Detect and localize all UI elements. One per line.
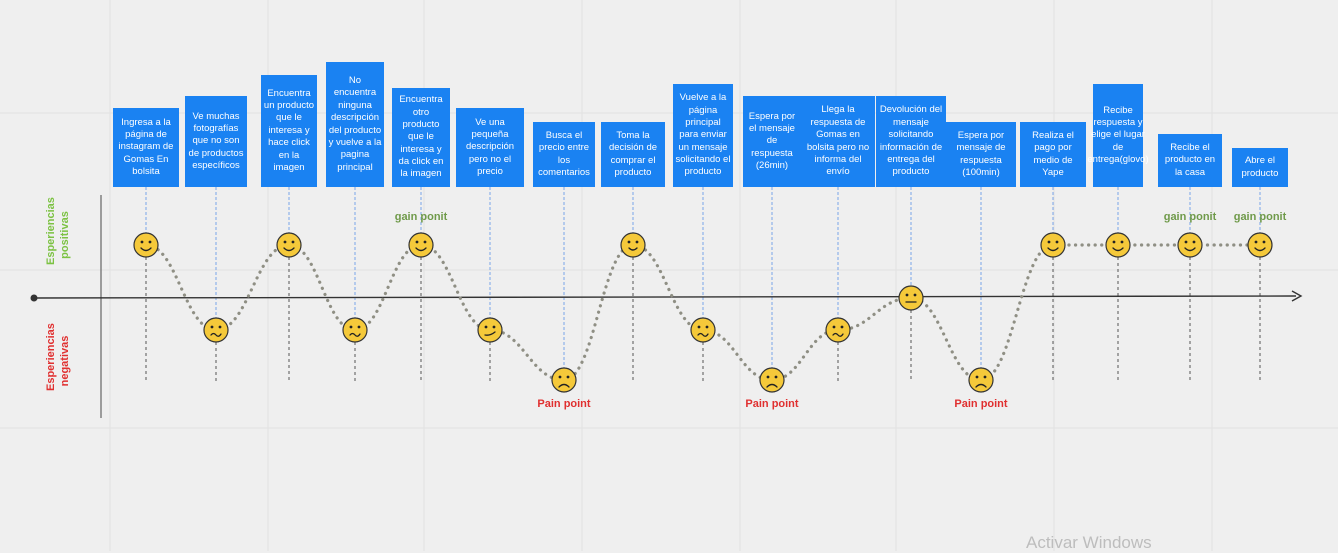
happy-face-icon — [276, 232, 302, 258]
pain-point-label: Pain point — [954, 398, 1008, 410]
smirk-face-icon — [477, 317, 503, 343]
happy-face-icon — [408, 232, 434, 258]
step-card: Abre el producto — [1232, 148, 1288, 187]
activation-watermark: Activar Windows — [1026, 533, 1152, 552]
step-card: Realiza el pago por medio de Yape — [1020, 122, 1086, 187]
step-card: Llega la respuesta de Gomas en bolsita p… — [801, 96, 875, 187]
step-card: Recibe respuesta y elige el lugar de ent… — [1087, 84, 1149, 187]
happy-face-icon — [1177, 232, 1203, 258]
gain-point-label: gain ponit — [1163, 211, 1217, 223]
positive-axis-label: Esperiencias positivas — [45, 197, 75, 265]
gain-point-label: gain ponit — [1233, 211, 1287, 223]
step-card: No encuentra ninguna descripción del pro… — [326, 62, 384, 187]
happy-face-icon — [1247, 232, 1273, 258]
happy-face-icon — [1040, 232, 1066, 258]
step-card: Encuentra otro producto que le interesa … — [392, 88, 450, 187]
sad-face-icon — [551, 367, 577, 393]
smile-face-icon — [620, 232, 646, 258]
step-card: Espera por mensaje de respuesta (100min) — [946, 122, 1016, 187]
step-card: Busca el precio entre los comentarios — [533, 122, 595, 187]
negative-label-line1: Esperiencias — [45, 323, 57, 391]
worried-face-icon — [203, 317, 229, 343]
pain-point-label: Pain point — [537, 398, 591, 410]
step-card: Toma la decisión de comprar el producto — [601, 122, 665, 187]
gain-point-label: gain ponit — [394, 211, 448, 223]
happy-face-icon — [1105, 232, 1131, 258]
positive-label-line2: positivas — [58, 211, 71, 259]
sad-face-icon — [968, 367, 994, 393]
pain-point-label: Pain point — [745, 398, 799, 410]
worried-face-icon — [825, 317, 851, 343]
sad-face-icon — [759, 367, 785, 393]
step-card: Vuelve a la página principal para enviar… — [673, 84, 733, 187]
timeline-arrow-line — [33, 295, 1297, 299]
step-card: Devolución del mensaje solicitando infor… — [876, 96, 946, 187]
step-card: Recibe el producto en la casa — [1158, 134, 1222, 187]
worried-face-icon — [690, 317, 716, 343]
step-card: Ingresa a la página de instagram de Goma… — [113, 108, 179, 187]
negative-label-line2: negativas — [58, 335, 71, 387]
step-card: Ve una pequeña descripción pero no el pr… — [456, 108, 524, 187]
step-card: Espera por el mensaje de respuesta (26mi… — [743, 96, 801, 187]
neutral-face-icon — [898, 285, 924, 311]
step-card: Encuentra un producto que le interesa y … — [261, 75, 317, 187]
positive-label-line1: Esperiencias — [45, 197, 57, 265]
negative-axis-label: Esperiencias negativas — [45, 323, 75, 391]
journey-diagram — [30, 187, 1303, 418]
step-card: Ve muchas fotografías que no son de prod… — [185, 96, 247, 187]
worried-face-icon — [342, 317, 368, 343]
happy-face-icon — [133, 232, 159, 258]
